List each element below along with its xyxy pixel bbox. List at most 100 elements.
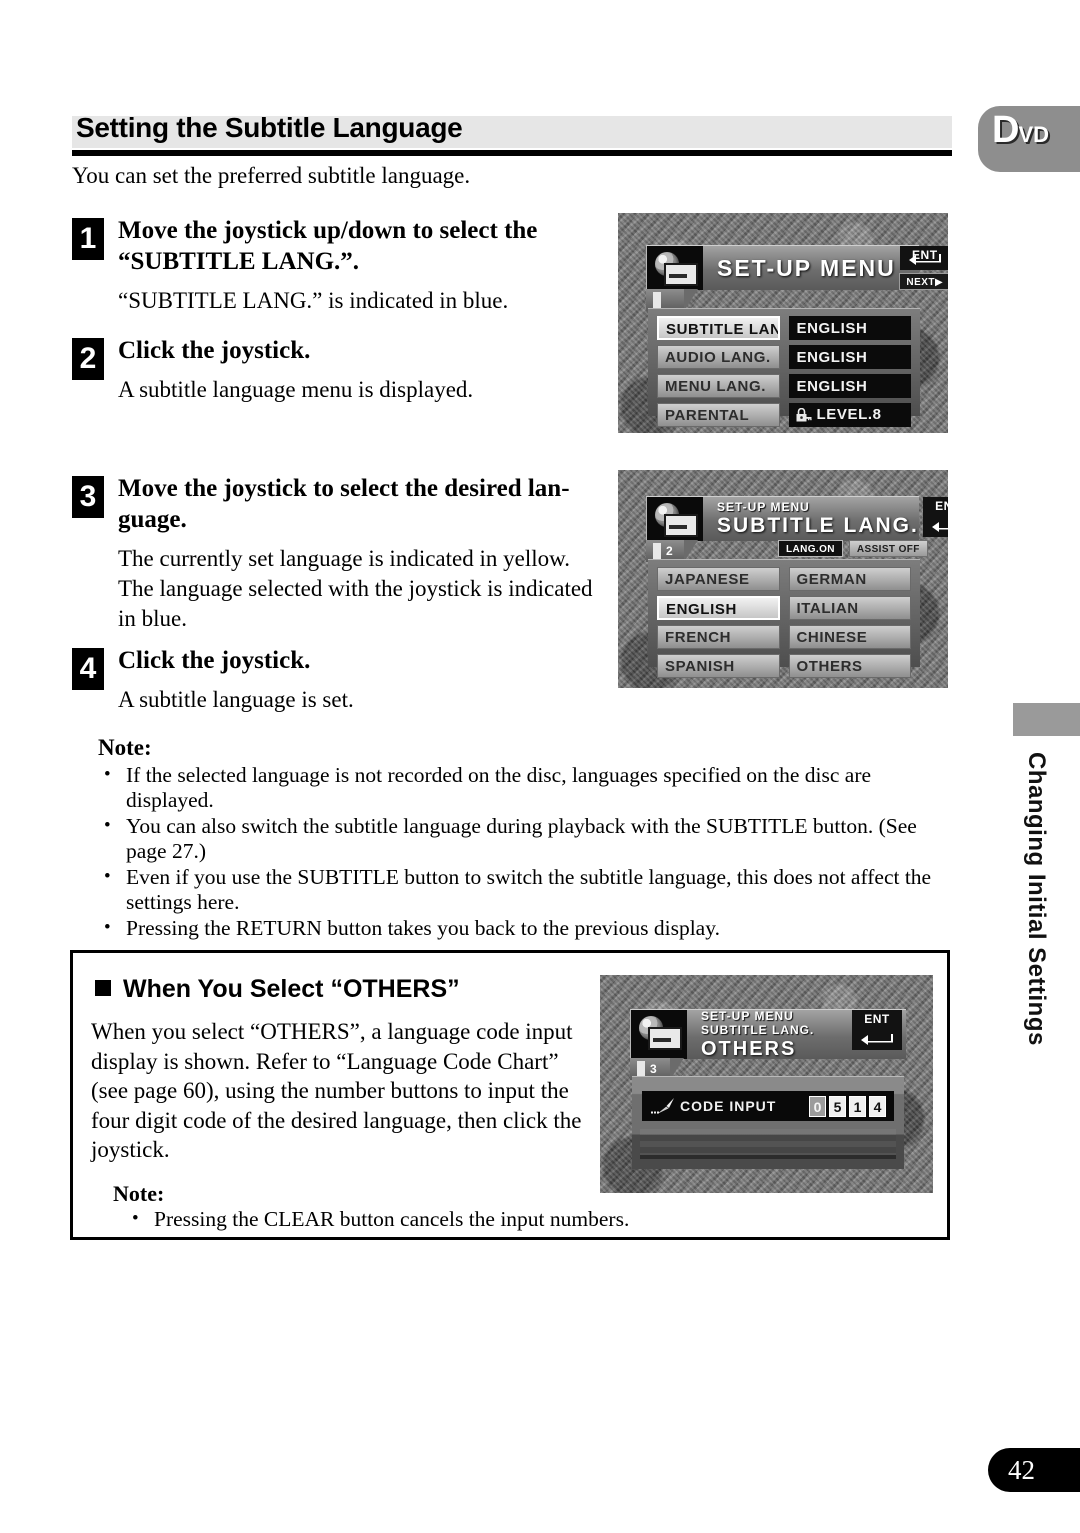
code-input-panel: CODE INPUT 0 5 1 4 xyxy=(632,1076,904,1169)
dvd-badge-suffix: VD xyxy=(1018,122,1050,147)
code-input-bar[interactable]: CODE INPUT 0 5 1 4 xyxy=(642,1091,894,1121)
osd-breadcrumb-subtitle-lang-3: SUBTITLE LANG. xyxy=(701,1022,815,1037)
note-item: Even if you use the SUBTITLE button to s… xyxy=(98,864,938,915)
step-1-body: Move the joystick up/down to select the … xyxy=(118,215,608,316)
note-block: Note: If the selected language is not re… xyxy=(98,735,938,941)
language-option-italian[interactable]: ITALIAN xyxy=(788,596,911,620)
osd-title-others: OTHERS xyxy=(701,1037,797,1060)
step-1-number: 1 xyxy=(72,218,104,260)
osd-title-area-3: SET-UP MENU SUBTITLE LANG. OTHERS xyxy=(687,1008,848,1060)
globe-disc-icon xyxy=(647,246,703,290)
globe-disc-icon xyxy=(631,1010,687,1059)
dvd-badge-text: DVD xyxy=(992,111,1049,149)
note-item: You can also switch the subtitle languag… xyxy=(98,813,938,864)
osd-title-subtitle-lang: SUBTITLE LANG. xyxy=(717,514,919,537)
ent-button-3[interactable]: ENT xyxy=(852,1010,902,1050)
step-3-body: Move the joystick to select the desired … xyxy=(118,473,608,634)
others-note-item: Pressing the CLEAR button cancels the in… xyxy=(128,1206,654,1232)
screenshot-setup-menu: SET-UP MENU ENT NEXT▶ SUBTITLE LANG. ENG… xyxy=(618,213,948,433)
setting-label-parental[interactable]: PARENTAL xyxy=(657,403,780,427)
code-digit-1[interactable]: 0 xyxy=(809,1095,826,1117)
others-section-heading: When You Select “OTHERS” xyxy=(95,975,460,1004)
step-2-body: Click the joystick. A subtitle language … xyxy=(118,335,608,405)
enter-arrow-icon xyxy=(908,254,941,265)
language-option-spanish[interactable]: SPANISH xyxy=(657,654,780,678)
note-heading: Note: xyxy=(98,735,152,760)
language-option-chinese[interactable]: CHINESE xyxy=(788,625,911,649)
language-option-others[interactable]: OTHERS xyxy=(788,654,911,678)
code-digit-4[interactable]: 4 xyxy=(869,1095,886,1117)
enter-arrow-icon xyxy=(931,522,948,532)
code-digit-3[interactable]: 1 xyxy=(849,1095,866,1117)
bullet-square-icon xyxy=(95,980,111,996)
screenshot-code-input: SET-UP MENU SUBTITLE LANG. OTHERS ENT 3 xyxy=(600,975,933,1193)
tab-marker-icon xyxy=(653,543,661,559)
code-input-label: CODE INPUT xyxy=(680,1098,777,1114)
language-option-japanese[interactable]: JAPANESE xyxy=(657,567,780,591)
step-3-description: The currently set language is indicated … xyxy=(118,546,593,631)
osd-title-area-1: SET-UP MENU xyxy=(703,246,896,290)
osd-settings-panel: SUBTITLE LANG. ENGLISH AUDIO LANG. ENGLI… xyxy=(648,308,920,427)
osd-header-3: SET-UP MENU SUBTITLE LANG. OTHERS ENT xyxy=(630,1008,906,1060)
intro-text: You can set the preferred subtitle langu… xyxy=(72,163,471,188)
setting-value-parental[interactable]: LEVEL.8 xyxy=(788,403,911,427)
language-option-english[interactable]: ENGLISH xyxy=(657,596,780,620)
setting-value-menu-lang[interactable]: ENGLISH xyxy=(788,374,911,398)
osd-breadcrumb-setup-menu: SET-UP MENU xyxy=(717,500,810,514)
setting-label-subtitle-lang[interactable]: SUBTITLE LANG. xyxy=(657,316,780,340)
step-2-description: A subtitle language menu is displayed. xyxy=(118,377,474,402)
osd-right-buttons-2: ENT xyxy=(919,497,948,541)
others-section-heading-text: When You Select “OTHERS” xyxy=(123,975,460,1003)
disc-card-shape xyxy=(664,263,698,286)
pencil-icon xyxy=(651,1098,674,1114)
code-panel-body xyxy=(640,1129,896,1159)
step-1-description: “SUBTITLE LANG.” is indicated in blue. xyxy=(118,288,509,313)
page-title: Setting the Subtitle Language xyxy=(76,112,463,143)
parental-level-text: LEVEL.8 xyxy=(816,406,882,423)
dvd-format-badge: DVD xyxy=(978,106,1080,172)
osd-toggle-group: LANG.ON ASSIST OFF xyxy=(778,540,928,557)
note-item: If the selected language is not recorded… xyxy=(98,762,938,813)
lock-icon xyxy=(796,407,812,421)
screenshot-subtitle-lang-menu: SET-UP MENU SUBTITLE LANG. ENT 2 LANG.ON… xyxy=(618,470,948,688)
dvd-badge-letter: D xyxy=(992,109,1019,151)
osd-right-buttons-1: ENT NEXT▶ xyxy=(896,246,948,290)
globe-disc-icon xyxy=(647,497,703,541)
osd-right-buttons-3: ENT xyxy=(848,1010,906,1059)
side-tab-marker xyxy=(1013,703,1080,736)
ent-button-1[interactable]: ENT xyxy=(899,246,948,270)
ent-button-label: ENT xyxy=(935,499,948,513)
osd-title-area-2: SET-UP MENU SUBTITLE LANG. xyxy=(703,497,919,541)
disc-card-shape xyxy=(648,1027,682,1050)
osd-step-tab-number-2: 2 xyxy=(666,544,673,558)
code-digit-2[interactable]: 5 xyxy=(829,1095,846,1117)
osd-language-panel: JAPANESE GERMAN ENGLISH ITALIAN FRENCH C… xyxy=(648,559,920,678)
others-note-heading: Note: xyxy=(113,1181,165,1206)
page-heading: Setting the Subtitle Language xyxy=(72,112,952,156)
osd-language-rows: JAPANESE GERMAN ENGLISH ITALIAN FRENCH C… xyxy=(657,567,911,678)
language-option-german[interactable]: GERMAN xyxy=(788,567,911,591)
page-number: 42 xyxy=(988,1448,1080,1492)
enter-arrow-icon xyxy=(861,1034,893,1045)
step-2-number: 2 xyxy=(72,338,104,380)
step-2-title: Click the joystick. xyxy=(118,337,311,364)
setting-value-subtitle-lang[interactable]: ENGLISH xyxy=(788,316,911,340)
next-button-1[interactable]: NEXT▶ xyxy=(898,273,948,290)
note-item: Pressing the RETURN button takes you bac… xyxy=(98,915,938,941)
assist-off-toggle[interactable]: ASSIST OFF xyxy=(848,540,928,557)
side-tab-chapter-label: Changing Initial Settings xyxy=(1023,752,1050,1046)
osd-header-2: SET-UP MENU SUBTITLE LANG. ENT xyxy=(646,496,948,541)
disc-card-shape xyxy=(664,514,698,537)
setting-label-menu-lang[interactable]: MENU LANG. xyxy=(657,374,780,398)
setting-label-audio-lang[interactable]: AUDIO LANG. xyxy=(657,345,780,369)
ent-button-2[interactable]: ENT xyxy=(922,497,948,537)
osd-breadcrumb-setup-menu-3: SET-UP MENU xyxy=(701,1008,794,1023)
ent-button-label: ENT xyxy=(864,1012,890,1026)
setting-value-audio-lang[interactable]: ENGLISH xyxy=(788,345,911,369)
language-option-french[interactable]: FRENCH xyxy=(657,625,780,649)
lang-on-toggle[interactable]: LANG.ON xyxy=(778,540,843,557)
step-4-title: Click the joystick. xyxy=(118,647,311,674)
step-4-description: A subtitle language is set. xyxy=(118,687,354,712)
step-3-number: 3 xyxy=(72,476,104,518)
osd-header-1: SET-UP MENU ENT NEXT▶ xyxy=(646,245,948,290)
